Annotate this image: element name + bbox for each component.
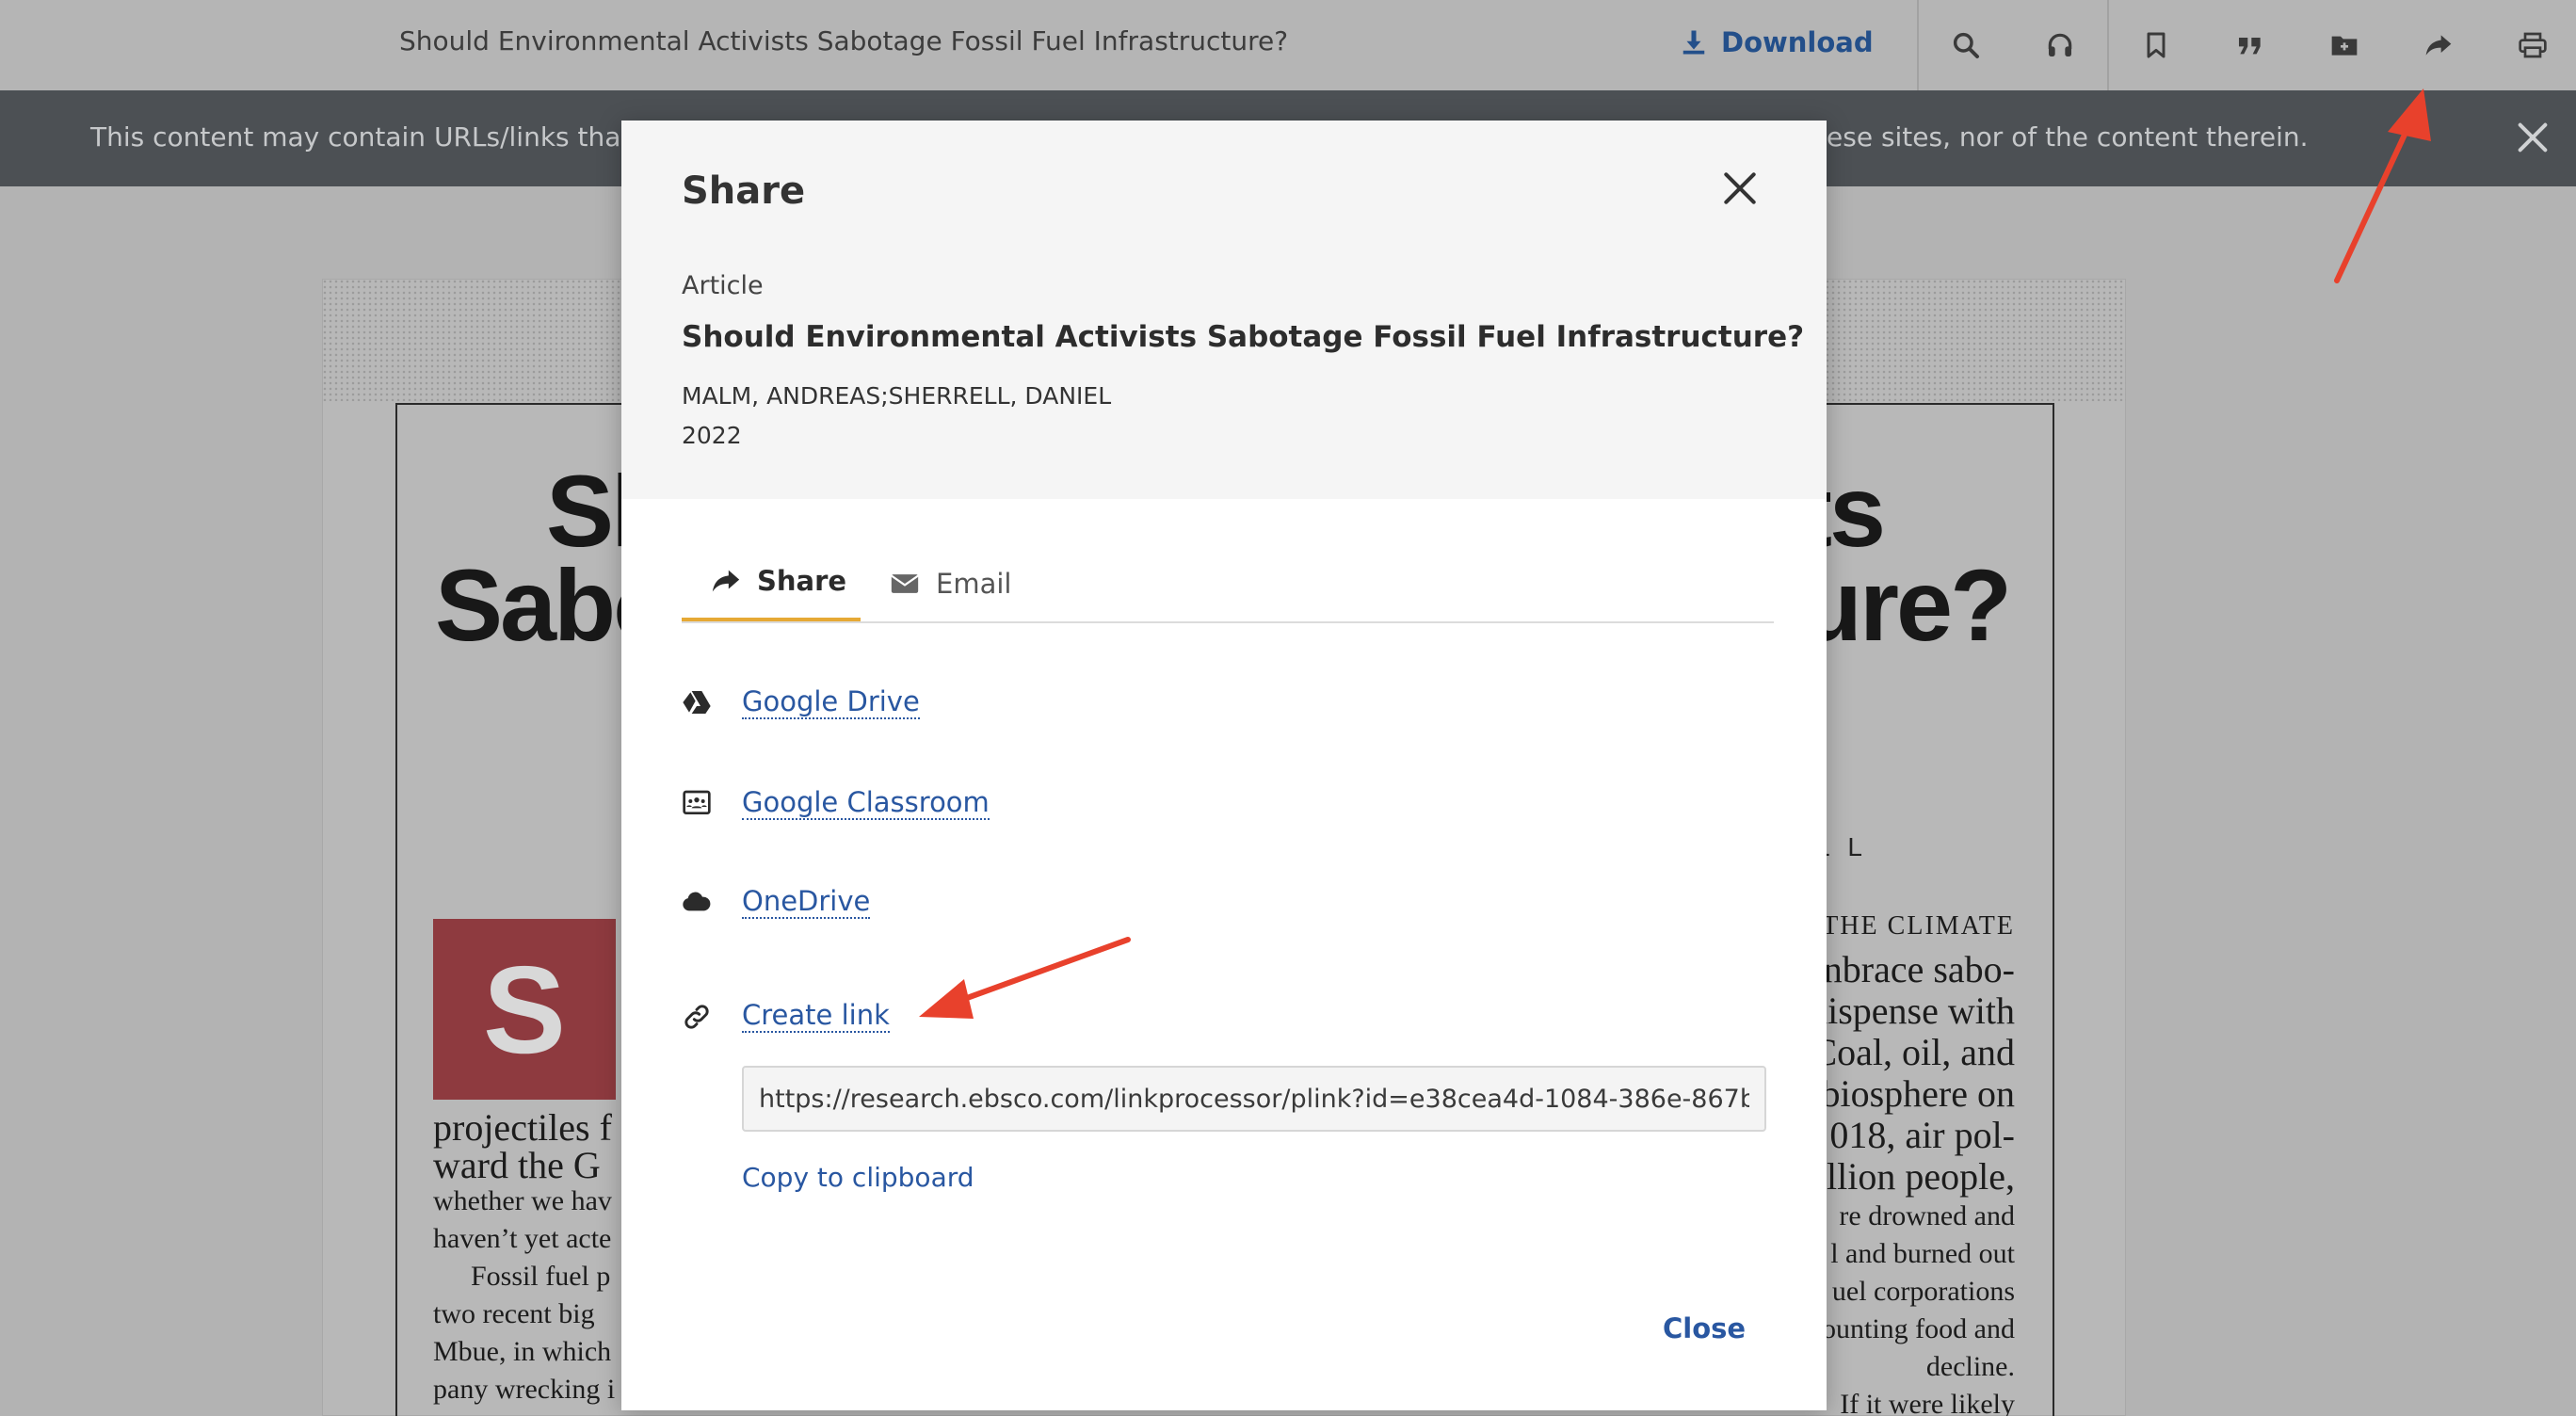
item-year: 2022: [682, 422, 742, 449]
listen-button[interactable]: [2039, 24, 2081, 66]
article-line: two recent big: [433, 1298, 595, 1329]
quote-icon: [2239, 38, 2261, 55]
notice-text-right: ese sites, nor of the content therein.: [1827, 121, 2309, 153]
headphones-icon: [2048, 33, 2072, 56]
close-icon[interactable]: [1719, 168, 1761, 209]
onedrive-link[interactable]: OneDrive: [742, 885, 871, 919]
notice-text-left: This content may contain URLs/links that…: [90, 121, 662, 153]
cloud-icon: [683, 892, 711, 911]
item-authors: MALM, ANDREAS;SHERRELL, DANIEL: [682, 382, 1112, 410]
close-button[interactable]: Close: [1663, 1312, 1746, 1344]
create-link-link[interactable]: Create link: [742, 999, 890, 1033]
google-classroom-link[interactable]: Google Classroom: [742, 786, 990, 820]
google-drive-icon: [683, 691, 711, 714]
share-dialog: Share Article Should Environmental Activ…: [621, 121, 1827, 1410]
google-drive-option: [682, 680, 712, 725]
article-line: 018, air pol-: [1829, 1114, 2015, 1156]
article-line: haven’t yet acte: [433, 1223, 612, 1254]
bookmark-icon: [2147, 32, 2165, 58]
top-toolbar: Should Environmental Activists Sabotage …: [0, 0, 2576, 90]
google-classroom-icon: [683, 790, 711, 814]
download-icon: [1682, 30, 1705, 55]
article-line: pany wrecking i: [433, 1374, 616, 1405]
cite-button[interactable]: [2230, 24, 2271, 66]
document-title: Should Environmental Activists Sabotage …: [399, 25, 1289, 56]
toolbar-separator: [1917, 0, 1919, 90]
article-line: decline.: [1925, 1351, 2015, 1382]
dismiss-notice-button[interactable]: [2514, 119, 2552, 156]
link-icon: [684, 1005, 709, 1029]
article-line: l and burned out: [1830, 1238, 2015, 1269]
article-dropcap: S: [433, 919, 616, 1100]
tab-label: Email: [936, 568, 1012, 600]
print-icon: [2519, 32, 2547, 58]
share-icon: [712, 570, 740, 592]
share-dialog-header: Share Article Should Environmental Activ…: [621, 121, 1827, 499]
article-line: dispense with: [1809, 990, 2015, 1032]
tab-email[interactable]: Email: [889, 544, 1011, 623]
add-to-folder-button[interactable]: [2324, 24, 2365, 66]
share-button[interactable]: [2418, 24, 2459, 66]
copy-to-clipboard-link[interactable]: Copy to clipboard: [742, 1162, 974, 1193]
article-headline-fragment: ure?: [1800, 548, 2012, 662]
share-icon: [2425, 35, 2452, 56]
tabs-divider: [682, 621, 1774, 623]
google-drive-link[interactable]: Google Drive: [742, 685, 920, 719]
article-line: llion people,: [1827, 1155, 2015, 1198]
share-link-field[interactable]: [742, 1066, 1766, 1132]
article-line: uel corporations: [1831, 1276, 2015, 1307]
article-line: whether we hav: [433, 1185, 612, 1216]
article-line: Mbue, in which: [433, 1336, 612, 1367]
tab-share[interactable]: Share: [682, 544, 861, 623]
tab-label: Share: [757, 565, 847, 597]
item-type: Article: [682, 271, 764, 300]
item-title: Should Environmental Activists Sabotage …: [682, 320, 1805, 354]
download-label: Download: [1721, 26, 1874, 58]
print-button[interactable]: [2512, 24, 2553, 66]
onedrive-option: [682, 879, 712, 925]
article-line: Coal, oil, and: [1811, 1031, 2015, 1073]
article-line: ounting food and: [1822, 1313, 2015, 1344]
article-line: projectiles f: [433, 1106, 612, 1149]
article-line: THE CLIMATE: [1822, 911, 2015, 941]
google-classroom-option: [682, 780, 712, 826]
create-link-option: [682, 994, 712, 1039]
add-folder-icon: [2331, 36, 2358, 56]
article-line: re drowned and: [1839, 1200, 2015, 1231]
envelope-icon: [891, 574, 919, 593]
dialog-title: Share: [682, 169, 806, 213]
article-line: nbrace sabo-: [1823, 948, 2015, 990]
article-line: biosphere on: [1821, 1072, 2015, 1115]
search-icon: [1953, 32, 1979, 58]
article-line: If it were likely: [1840, 1389, 2015, 1416]
article-left-column: projectiles f ward the G whether we hav …: [433, 1107, 615, 1408]
article-right-column: THE CLIMATE nbrace sabo- dispense with C…: [1809, 911, 2015, 1416]
bookmark-button[interactable]: [2135, 24, 2177, 66]
article-line: ward the G: [433, 1144, 601, 1186]
toolbar-separator: [2107, 0, 2109, 90]
article-line: Fossil fuel p: [471, 1261, 611, 1292]
download-button[interactable]: Download: [1680, 23, 1874, 62]
search-button[interactable]: [1945, 24, 1987, 66]
